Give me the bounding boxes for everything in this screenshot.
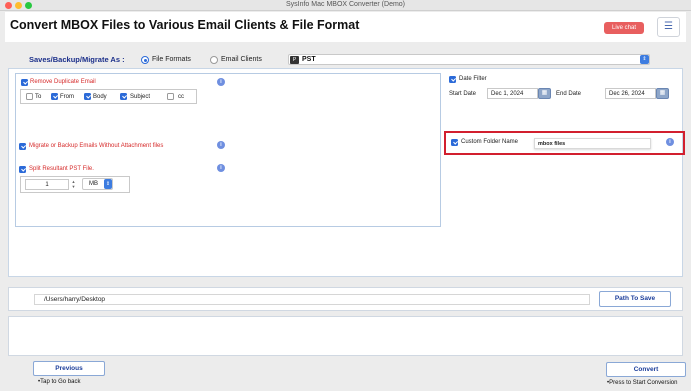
calendar-icon: ▦ <box>659 90 666 96</box>
live-chat-button[interactable]: Live chat <box>604 22 644 34</box>
criteria-from-checkbox[interactable] <box>51 93 58 100</box>
file-formats-radio[interactable] <box>141 56 149 64</box>
criteria-to-label: To <box>35 94 42 100</box>
split-pst-label: Split Resultant PST File. <box>29 166 94 172</box>
previous-button[interactable]: Previous <box>33 361 105 376</box>
split-size-stepper[interactable]: ▲ ▼ <box>70 179 77 190</box>
convert-button[interactable]: Convert <box>606 362 686 377</box>
window-titlebar: SysInfo Mac MBOX Converter (Demo) <box>0 0 691 11</box>
status-panel <box>8 316 683 356</box>
criteria-cc-checkbox[interactable] <box>167 93 174 100</box>
previous-hint: •Tap to Go back <box>38 379 81 385</box>
criteria-subject-label: Subject <box>130 94 151 100</box>
date-filter-label: Date Filter <box>459 76 487 82</box>
without-attachments-label: Migrate or Backup Emails Without Attachm… <box>29 143 164 149</box>
split-unit-value: MB <box>89 181 98 187</box>
format-select-value: PST <box>302 56 316 63</box>
hamburger-icon: ☰ <box>664 21 673 32</box>
end-date-label: End Date <box>556 91 582 97</box>
window-title: SysInfo Mac MBOX Converter (Demo) <box>285 1 406 8</box>
custom-folder-checkbox[interactable] <box>451 139 458 146</box>
format-select[interactable]: P PST ⇕ <box>288 54 650 65</box>
convert-hint: •Press to Start Conversion <box>607 380 678 386</box>
menu-button[interactable]: ☰ <box>657 17 680 37</box>
info-icon[interactable]: i <box>217 141 225 149</box>
chevron-updown-icon: ⇕ <box>104 179 112 189</box>
custom-folder-label: Custom Folder Name <box>461 139 519 145</box>
email-clients-radio[interactable] <box>210 56 218 64</box>
destination-path-input[interactable]: /Users/harry/Desktop <box>34 294 590 305</box>
info-icon[interactable]: i <box>217 164 225 172</box>
criteria-to-checkbox[interactable] <box>26 93 33 100</box>
date-filter-checkbox[interactable] <box>449 76 456 83</box>
criteria-subject-checkbox[interactable] <box>120 93 127 100</box>
split-unit-select[interactable]: MB ⇕ <box>82 178 113 190</box>
split-size-input[interactable]: 1 <box>25 179 69 190</box>
criteria-body-checkbox[interactable] <box>84 93 91 100</box>
file-formats-label: File Formats <box>152 56 191 63</box>
save-as-label: Saves/Backup/Migrate As : <box>29 55 125 64</box>
criteria-from-label: From <box>60 94 74 100</box>
split-pst-checkbox[interactable] <box>19 166 26 173</box>
custom-folder-input[interactable]: mbox files <box>534 138 651 149</box>
start-date-label: Start Date <box>449 91 477 97</box>
chevron-updown-icon: ⇕ <box>640 55 649 64</box>
path-to-save-button[interactable]: Path To Save <box>599 291 671 307</box>
start-date-input[interactable]: Dec 1, 2024 <box>487 88 538 99</box>
document-icon: P <box>290 56 299 64</box>
email-clients-label: Email Clients <box>221 56 262 63</box>
criteria-body-label: Body <box>93 94 107 100</box>
app-header: Convert MBOX Files to Various Email Clie… <box>5 12 686 42</box>
page-title: Convert MBOX Files to Various Email Clie… <box>10 18 360 32</box>
remove-duplicate-label: Remove Duplicate Email <box>30 79 96 85</box>
criteria-cc-label: cc <box>178 94 184 100</box>
calendar-icon: ▦ <box>541 90 548 96</box>
end-date-input[interactable]: Dec 26, 2024 <box>605 88 656 99</box>
start-date-picker-button[interactable]: ▦ <box>538 88 551 99</box>
remove-duplicate-checkbox[interactable] <box>21 79 28 86</box>
info-icon[interactable]: i <box>217 78 225 86</box>
end-date-picker-button[interactable]: ▦ <box>656 88 669 99</box>
without-attachments-checkbox[interactable] <box>19 143 26 150</box>
info-icon[interactable]: i <box>666 138 674 146</box>
